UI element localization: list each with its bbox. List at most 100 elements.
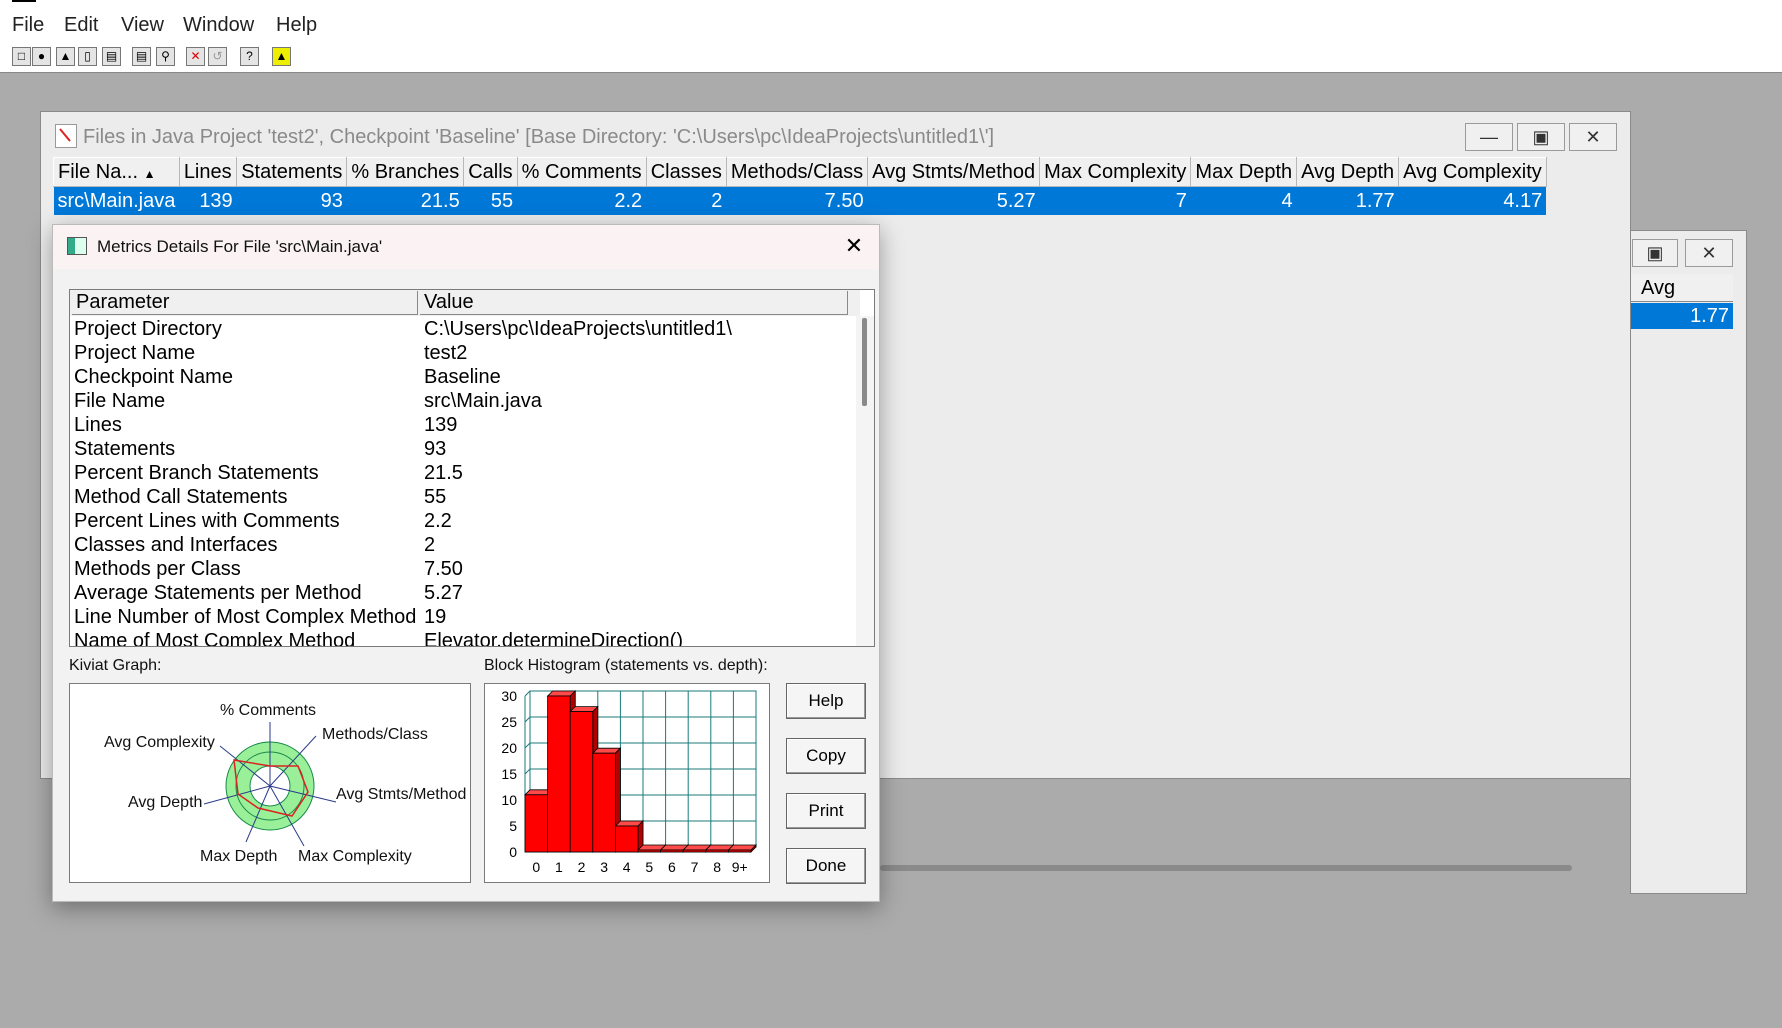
print-button[interactable]: Print [786, 793, 866, 829]
x-tick-label: 3 [600, 859, 608, 875]
files-table-header: File Na... ▲ Lines Statements % Branches… [53, 157, 1547, 187]
parameter-value: Elevator.determineDirection() [424, 630, 683, 647]
metrics-dialog: Metrics Details For File 'src\Main.java'… [52, 224, 880, 902]
list-item[interactable]: Average Statements per Method 5.27 [74, 582, 844, 606]
cell-statements[interactable]: 93 [236, 186, 347, 215]
parameter-name: Name of Most Complex Method [74, 630, 356, 647]
histogram-label: Block Histogram (statements vs. depth): [484, 657, 768, 674]
new-file-icon[interactable]: □ [12, 47, 31, 66]
cell-avg-complexity[interactable]: 4.17 [1398, 186, 1547, 215]
list-item[interactable]: Percent Branch Statements 21.5 [74, 462, 844, 486]
kiviat-axis-avg-depth: Avg Depth [128, 794, 203, 811]
menu-view[interactable]: View [121, 14, 164, 37]
list-item[interactable]: Project Directory C:\Users\pc\IdeaProject… [74, 318, 844, 342]
cell-branches[interactable]: 21.5 [346, 186, 464, 215]
col-comments[interactable]: % Comments [516, 157, 647, 187]
close-icon[interactable]: ✕ [839, 231, 869, 261]
col-methods-class[interactable]: Methods/Class [725, 157, 869, 187]
table-row[interactable]: src\Main.java 139 93 21.5 55 2.2 2 7.50 … [53, 186, 1547, 215]
kiviat-axis-max-depth: Max Depth [200, 848, 278, 865]
help-button[interactable]: Help [786, 683, 866, 719]
print-preview-icon[interactable]: ⚲ [156, 47, 175, 66]
y-tick-label: 25 [501, 714, 517, 730]
parameter-value: 139 [424, 414, 458, 436]
save-icon[interactable]: ▤ [102, 47, 121, 66]
parameter-list[interactable]: Parameter Value Project Directory C:\User… [69, 289, 875, 647]
list-item[interactable]: Classes and Interfaces 2 [74, 534, 844, 558]
col-lines[interactable]: Lines [178, 157, 238, 187]
minimize-icon[interactable]: — [1465, 123, 1513, 151]
parameter-rows: Project Directory C:\Users\pc\IdeaProject… [74, 318, 844, 647]
cell-max-depth[interactable]: 4 [1190, 186, 1297, 215]
horizontal-scrollbar[interactable] [880, 865, 1572, 871]
col-classes[interactable]: Classes [645, 157, 727, 187]
cell-avg-stmts[interactable]: 5.27 [867, 186, 1040, 215]
kiviat-axis-avg-stmts: Avg Stmts/Method [336, 786, 467, 803]
refresh-icon[interactable]: ↺ [208, 47, 227, 66]
col-max-complexity[interactable]: Max Complexity [1039, 157, 1192, 187]
cell-calls[interactable]: 55 [463, 186, 518, 215]
histogram-bar [682, 849, 707, 853]
col-avg-complexity[interactable]: Avg Complexity [1398, 157, 1547, 187]
back-column-header[interactable]: Avg Depth [1631, 274, 1733, 327]
parameter-name: Percent Lines with Comments [74, 510, 340, 532]
back-selected-cell[interactable]: 1.77 [1631, 303, 1733, 329]
scroll-thumb[interactable] [862, 318, 867, 406]
menu-edit[interactable]: Edit [64, 14, 98, 37]
kiviat-axis-methods-class: Methods/Class [322, 726, 428, 743]
vertical-scrollbar[interactable] [856, 316, 874, 646]
cell-max-complexity[interactable]: 7 [1039, 186, 1191, 215]
histogram-svg: 0510152025300 1 2 3 4 5 6 7 8 9+ [501, 688, 757, 875]
folders-icon[interactable]: ▲ [56, 47, 75, 66]
delete-icon[interactable]: ✕ [186, 47, 205, 66]
menu-bar: File Edit View Window Help [0, 0, 1782, 44]
record-icon[interactable]: ● [32, 47, 51, 66]
list-item[interactable]: Method Call Statements 55 [74, 486, 844, 510]
close-icon[interactable]: ✕ [1569, 123, 1617, 151]
list-item[interactable]: Methods per Class 7.50 [74, 558, 844, 582]
col-max-depth[interactable]: Max Depth [1190, 157, 1298, 187]
col-calls[interactable]: Calls [463, 157, 518, 187]
cell-file-name[interactable]: src\Main.java [53, 186, 180, 215]
maximize-icon[interactable]: ▣ [1632, 239, 1678, 267]
list-item[interactable]: Statements 93 [74, 438, 844, 462]
cell-avg-depth[interactable]: 1.77 [1296, 186, 1399, 215]
histogram-gridline [524, 716, 531, 723]
col-avg-depth[interactable]: Avg Depth [1296, 157, 1400, 187]
menu-file[interactable]: File [12, 14, 44, 37]
block-histogram: 0 5 10 15 20 25 30 0 1 2 3 4 5 6 7 8 9+ [484, 683, 770, 883]
histogram-bar [614, 825, 639, 853]
cell-classes[interactable]: 2 [646, 186, 727, 215]
restore-icon[interactable]: ▣ [1517, 123, 1565, 151]
toolbar: □ ● ▲ ▯ ▤ ▤ ⚲ ✕ ↺ ? ▲ [0, 43, 1782, 73]
cell-comments[interactable]: 2.2 [517, 186, 647, 215]
print-icon[interactable]: ▤ [132, 47, 151, 66]
list-item[interactable]: Percent Lines with Comments 2.2 [74, 510, 844, 534]
done-button[interactable]: Done [786, 848, 866, 884]
copy-button[interactable]: Copy [786, 738, 866, 774]
menu-window[interactable]: Window [183, 14, 254, 37]
parameter-value: 5.27 [424, 582, 463, 604]
open-folder-icon[interactable]: ▯ [78, 47, 97, 66]
close-icon[interactable]: ✕ [1685, 239, 1733, 267]
col-branches[interactable]: % Branches [346, 157, 465, 187]
files-window-title: Files in Java Project 'test2', Checkpoin… [83, 126, 995, 148]
header-parameter[interactable]: Parameter [72, 291, 418, 315]
list-item[interactable]: Lines 139 [74, 414, 844, 438]
list-item[interactable]: Project Name test2 [74, 342, 844, 366]
cell-methods-class[interactable]: 7.50 [726, 186, 868, 215]
menu-help[interactable]: Help [276, 14, 317, 37]
x-tick-label: 8 [713, 859, 721, 875]
col-file-name[interactable]: File Na... ▲ [53, 157, 180, 187]
col-statements[interactable]: Statements [236, 157, 348, 187]
list-item[interactable]: Name of Most Complex Method Elevator.dete… [74, 630, 844, 647]
list-item[interactable]: Line Number of Most Complex Method 19 [74, 606, 844, 630]
tower-icon[interactable]: ▲ [272, 47, 291, 66]
help-pointer-icon[interactable]: ? [240, 47, 259, 66]
list-item[interactable]: File Name src\Main.java [74, 390, 844, 414]
header-value[interactable]: Value [420, 291, 848, 315]
parameter-name: Percent Branch Statements [74, 462, 319, 484]
col-avg-stmts[interactable]: Avg Stmts/Method [867, 157, 1041, 187]
cell-lines[interactable]: 139 [179, 186, 237, 215]
list-item[interactable]: Checkpoint Name Baseline [74, 366, 844, 390]
